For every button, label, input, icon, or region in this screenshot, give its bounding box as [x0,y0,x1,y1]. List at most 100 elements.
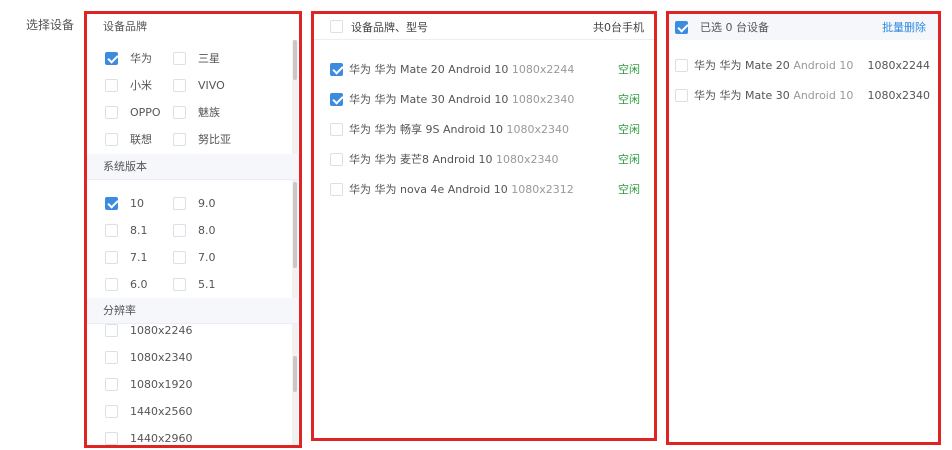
version-checkbox[interactable] [105,223,118,237]
select-all-checkbox[interactable] [330,20,343,33]
brand-checkbox[interactable] [105,105,118,119]
brand-section-header: 设备品牌 [87,14,299,40]
brand-section-title: 设备品牌 [103,20,147,33]
brand-option-lenovo[interactable]: 联想 [105,132,173,146]
brand-option-vivo[interactable]: VIVO [173,78,253,92]
brand-checkbox[interactable] [105,51,118,65]
brand-checkbox[interactable] [173,132,186,146]
resolution-option[interactable]: 1080x1920 [105,377,299,391]
resolution-scrollbar[interactable] [293,356,297,392]
resolution-checkbox[interactable] [105,324,118,337]
resolution-section: 1080x2246 1080x2340 1080x1920 1440x2560 … [87,324,299,445]
brand-checkbox[interactable] [105,78,118,92]
version-section-header: 系统版本 [87,154,299,180]
selected-devices-panel: 已选 0 台设备 批量删除 华为 华为 Mate 20 Android 10 1… [666,11,941,445]
device-row[interactable]: 华为 华为 nova 4e Android 10 1080x2312 空闲 [314,174,654,204]
version-checkbox[interactable] [105,277,118,291]
device-status: 空闲 [618,93,640,106]
version-option-5-1[interactable]: 5.1 [173,277,253,291]
device-resolution: 1080x2312 [511,183,574,196]
brand-options: 华为 三星 小米 VIVO OPPO 魅族 联想 努比亚 [105,51,299,146]
brand-option-meizu[interactable]: 魅族 [173,105,253,119]
version-option-8-0[interactable]: 8.0 [173,223,253,237]
version-checkbox[interactable] [173,223,186,237]
brand-checkbox[interactable] [105,132,118,146]
selected-name: 华为 华为 Mate 30 [694,89,790,102]
resolution-checkbox[interactable] [105,404,118,418]
version-option-10[interactable]: 10 [105,196,173,210]
device-name: 华为 华为 麦芒8 Android 10 [349,153,493,166]
version-option-7-0[interactable]: 7.0 [173,250,253,264]
version-option-7-1[interactable]: 7.1 [105,250,173,264]
version-option-6-0[interactable]: 6.0 [105,277,173,291]
version-checkbox[interactable] [105,250,118,264]
resolution-option[interactable]: 1080x2246 [105,324,299,337]
version-checkbox[interactable] [173,277,186,291]
version-scrollbar[interactable] [293,182,297,268]
selected-os: Android 10 [793,59,854,72]
resolution-checkbox[interactable] [105,377,118,391]
brand-checkbox[interactable] [173,51,186,65]
device-list-header: 设备品牌、型号 共0台手机 [314,14,654,40]
selected-header: 已选 0 台设备 批量删除 [669,14,938,40]
resolution-option[interactable]: 1440x2960 [105,431,299,445]
device-row[interactable]: 华为 华为 畅享 9S Android 10 1080x2340 空闲 [314,114,654,144]
version-checkbox[interactable] [173,196,186,210]
device-list: 华为 华为 Mate 20 Android 10 1080x2244 空闲 华为… [314,40,654,204]
selected-os: Android 10 [793,89,854,102]
device-row[interactable]: 华为 华为 麦芒8 Android 10 1080x2340 空闲 [314,144,654,174]
brand-checkbox[interactable] [173,105,186,119]
brand-option-xiaomi[interactable]: 小米 [105,78,173,92]
version-section-title: 系统版本 [103,160,147,173]
resolution-checkbox[interactable] [105,431,118,445]
resolution-options: 1080x2246 1080x2340 1080x1920 1440x2560 … [105,324,299,445]
selected-checkbox[interactable] [675,88,688,102]
device-checkbox[interactable] [330,122,343,136]
brand-scrollbar[interactable] [293,40,297,80]
resolution-section-header: 分辨率 [87,298,299,324]
resolution-option[interactable]: 1440x2560 [105,404,299,418]
version-checkbox[interactable] [173,250,186,264]
device-name: 华为 华为 Mate 20 Android 10 [349,63,509,76]
brand-option-huawei[interactable]: 华为 [105,51,173,65]
device-checkbox[interactable] [330,92,343,106]
selected-list: 华为 华为 Mate 20 Android 10 1080x2244 华为 华为… [669,40,938,110]
selected-name: 华为 华为 Mate 20 [694,59,790,72]
resolution-section-title: 分辨率 [103,304,136,317]
version-option-9-0[interactable]: 9.0 [173,196,253,210]
batch-delete-button[interactable]: 批量删除 [882,19,926,35]
device-resolution: 1080x2244 [511,63,575,76]
brand-option-nubia[interactable]: 努比亚 [173,132,253,146]
brand-option-samsung[interactable]: 三星 [173,51,253,65]
selected-count: 已选 0 台设备 [700,21,769,34]
device-name: 华为 华为 畅享 9S Android 10 [349,123,503,136]
device-name: 华为 华为 Mate 30 Android 10 [349,93,509,106]
device-list-panel: 设备品牌、型号 共0台手机 华为 华为 Mate 20 Android 10 1… [311,11,657,441]
selected-checkbox[interactable] [675,58,688,72]
device-list-title: 设备品牌、型号 [351,20,428,34]
device-checkbox[interactable] [330,182,343,196]
selected-resolution: 1080x2340 [867,88,931,102]
brand-section: 华为 三星 小米 VIVO OPPO 魅族 联想 努比亚 [87,40,299,154]
selected-row[interactable]: 华为 华为 Mate 30 Android 10 1080x2340 [669,80,938,110]
device-checkbox[interactable] [330,62,343,76]
device-checkbox[interactable] [330,152,343,166]
device-row[interactable]: 华为 华为 Mate 20 Android 10 1080x2244 空闲 [314,54,654,84]
brand-checkbox[interactable] [173,78,186,92]
resolution-checkbox[interactable] [105,350,118,364]
brand-option-oppo[interactable]: OPPO [105,105,173,119]
device-status: 空闲 [618,183,640,196]
selected-resolution: 1080x2244 [867,58,931,72]
selected-all-checkbox[interactable] [675,20,688,34]
version-section: 10 9.0 8.1 8.0 7.1 7.0 6.0 5.1 [87,180,299,298]
version-checkbox[interactable] [105,196,118,210]
device-row[interactable]: 华为 华为 Mate 30 Android 10 1080x2340 空闲 [314,84,654,114]
filter-panel: 设备品牌 华为 三星 小米 VIVO OPPO 魅族 联想 努比亚 系统版本 1… [84,11,302,448]
selected-row[interactable]: 华为 华为 Mate 20 Android 10 1080x2244 [669,50,938,80]
device-resolution: 1080x2340 [511,93,575,106]
device-name: 华为 华为 nova 4e Android 10 [349,183,508,196]
device-resolution: 1080x2340 [496,153,559,166]
resolution-option[interactable]: 1080x2340 [105,350,299,364]
device-count: 共0台手机 [593,20,644,34]
version-option-8-1[interactable]: 8.1 [105,223,173,237]
